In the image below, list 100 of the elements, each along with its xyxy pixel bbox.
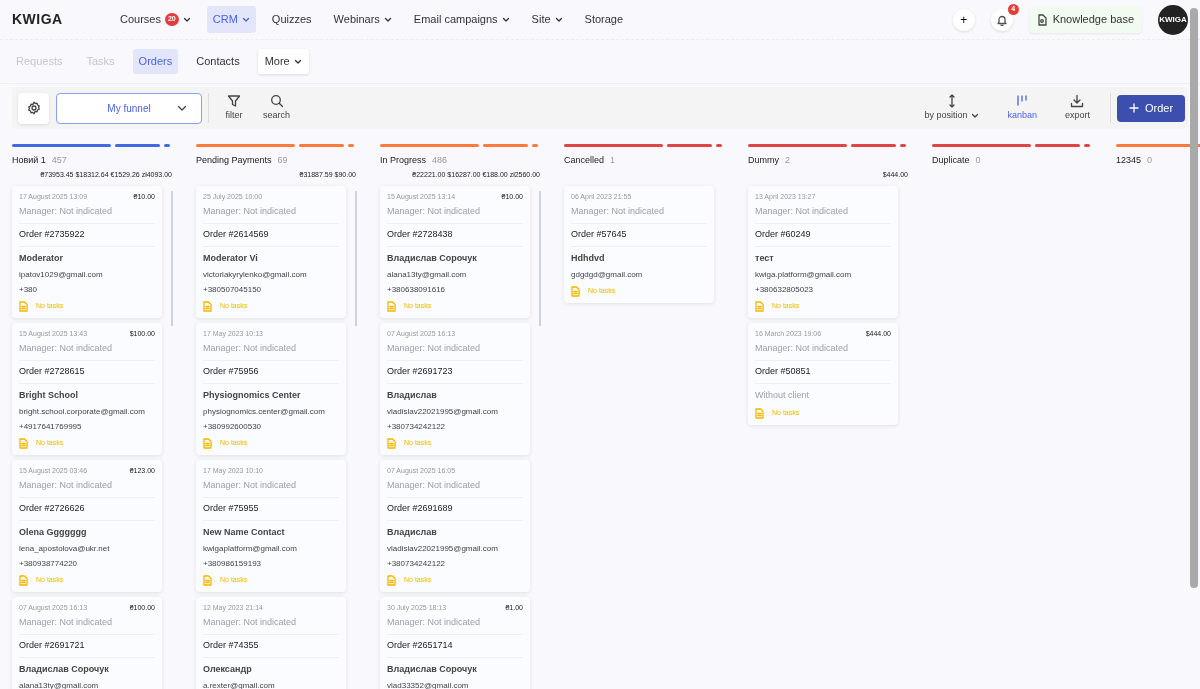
client-email: ipatov1029@gmail.com	[19, 268, 104, 281]
order-number: Order #75955	[203, 496, 339, 521]
column-count: 2	[785, 154, 790, 167]
column-title: Cancelled	[564, 154, 605, 167]
document-icon	[755, 407, 764, 419]
column-count: 0	[1147, 154, 1153, 167]
settings-icon	[26, 101, 41, 115]
client-name: Moderator	[19, 252, 64, 265]
manager-label: Manager: Not indicated	[571, 205, 666, 218]
export-button[interactable]: export	[1051, 93, 1104, 123]
funnel-dropdown[interactable]: My funnel	[56, 92, 202, 124]
document-icon	[387, 574, 396, 586]
avatar[interactable]: KWIGA	[1158, 4, 1188, 35]
client-email: kwiga.platform@gmail.com	[755, 268, 853, 281]
manager-label: Manager: Not indicated	[387, 205, 482, 218]
order-number: Order #75956	[203, 359, 339, 384]
order-number: Order #74355	[203, 633, 339, 658]
client-name: Moderator Vi	[203, 252, 259, 265]
client-phone: +380986159193	[203, 557, 263, 570]
manager-label: Manager: Not indicated	[19, 205, 114, 218]
nav-tab[interactable]: Site	[525, 6, 569, 33]
knowledge-base-button[interactable]: Knowledge base	[1028, 6, 1142, 33]
client-name: тест	[755, 252, 775, 265]
client-email: lena_apostolova@ukr.net	[19, 542, 111, 555]
order-number: Order #60249	[755, 222, 891, 247]
logo[interactable]: KWIGA	[12, 9, 74, 30]
document-icon	[571, 285, 580, 297]
manager-label: Manager: Not indicated	[19, 616, 114, 629]
order-number: Order #2651714	[387, 633, 523, 658]
client-phone: +380507045150	[203, 283, 263, 296]
notifications-button[interactable]	[990, 8, 1013, 31]
search-button[interactable]: search	[253, 93, 300, 123]
manager-label: Manager: Not indicated	[203, 342, 298, 355]
manager-label: Manager: Not indicated	[19, 479, 114, 492]
client-email: kwigaplatform@gmail.com	[203, 542, 298, 555]
scrollbar[interactable]	[1190, 8, 1198, 588]
order-number: Order #2691689	[387, 496, 523, 521]
client-phone: +380992600530	[203, 420, 263, 433]
document-icon	[19, 574, 28, 586]
document-icon	[203, 574, 212, 586]
caret-icon	[293, 58, 302, 65]
client-phone: +380938774220	[19, 557, 79, 570]
kanban-button[interactable]: kanban	[993, 93, 1051, 123]
client-email: gdgdgd@gmail.com	[571, 268, 644, 281]
column-title: Pending Payments	[196, 154, 272, 167]
nav-tab[interactable]: CRM	[206, 6, 256, 33]
client-email: vladislav22021995@gmail.com	[387, 405, 499, 418]
section-tab[interactable]: Orders	[132, 49, 179, 74]
filter-button[interactable]: filter	[215, 93, 253, 123]
create-order-button[interactable]: Order	[1117, 94, 1185, 122]
scrollbar[interactable]	[355, 191, 357, 326]
client-phone: +380	[19, 283, 39, 296]
scrollbar[interactable]	[171, 191, 173, 326]
caret-icon	[971, 112, 980, 119]
manager-label: Manager: Not indicated	[387, 342, 482, 355]
client-name: Владислав Сорочук	[387, 663, 478, 676]
more-button[interactable]: More	[257, 49, 309, 74]
no-client-label: Without client	[755, 389, 811, 402]
client-phone: +380632805023	[755, 283, 815, 296]
client-email: alana13ty@gmail.com	[19, 679, 100, 689]
manager-label: Manager: Not indicated	[203, 479, 298, 492]
nav-tab[interactable]: Webinars	[327, 6, 398, 33]
client-name: Hdhdvd	[571, 252, 606, 265]
client-email: vladislav22021995@gmail.com	[387, 542, 499, 555]
client-phone: +380638091616	[387, 283, 447, 296]
column-title: 12345	[1116, 154, 1142, 167]
column-title: Dummy	[748, 154, 779, 167]
add-button[interactable]: +	[952, 8, 975, 31]
client-name: Physiognomics Center	[203, 389, 302, 402]
order-number: Order #2691721	[19, 633, 155, 658]
document-icon	[203, 300, 212, 312]
order-number: Order #2728615	[19, 359, 155, 384]
bell-icon	[995, 13, 1008, 26]
manager-label: Manager: Not indicated	[387, 616, 482, 629]
order-number: Order #2728438	[387, 222, 523, 247]
column-title: Новий 1	[12, 154, 46, 167]
sort-button[interactable]: by position	[910, 93, 994, 123]
order-number: Order #2726626	[19, 496, 155, 521]
column-count: 0	[975, 154, 981, 167]
chevron-icon	[177, 104, 187, 112]
client-email: physiognomics.center@gmail.com	[203, 405, 326, 418]
client-name: Olena Ggggggg	[19, 526, 88, 539]
manager-label: Manager: Not indicated	[19, 342, 114, 355]
filter-icon	[227, 93, 241, 108]
section-tab[interactable]: Contacts	[190, 49, 246, 74]
order-number: Order #57645	[571, 222, 707, 247]
nav-tab[interactable]: Quizzes	[265, 6, 318, 33]
column-count: 486	[432, 154, 448, 167]
document-icon	[387, 437, 396, 449]
scrollbar[interactable]	[539, 191, 541, 326]
document-icon	[387, 300, 396, 312]
plus-icon	[1128, 103, 1139, 113]
column-count: 457	[51, 154, 67, 167]
order-number: Order #2735922	[19, 222, 155, 247]
nav-tab[interactable]: Email campaigns	[407, 6, 516, 33]
nav-tab[interactable]: Storage	[578, 6, 630, 33]
manager-label: Manager: Not indicated	[203, 205, 298, 218]
client-phone: +380734242122	[387, 557, 447, 570]
manager-label: Manager: Not indicated	[755, 342, 850, 355]
settings-button[interactable]	[18, 92, 49, 124]
